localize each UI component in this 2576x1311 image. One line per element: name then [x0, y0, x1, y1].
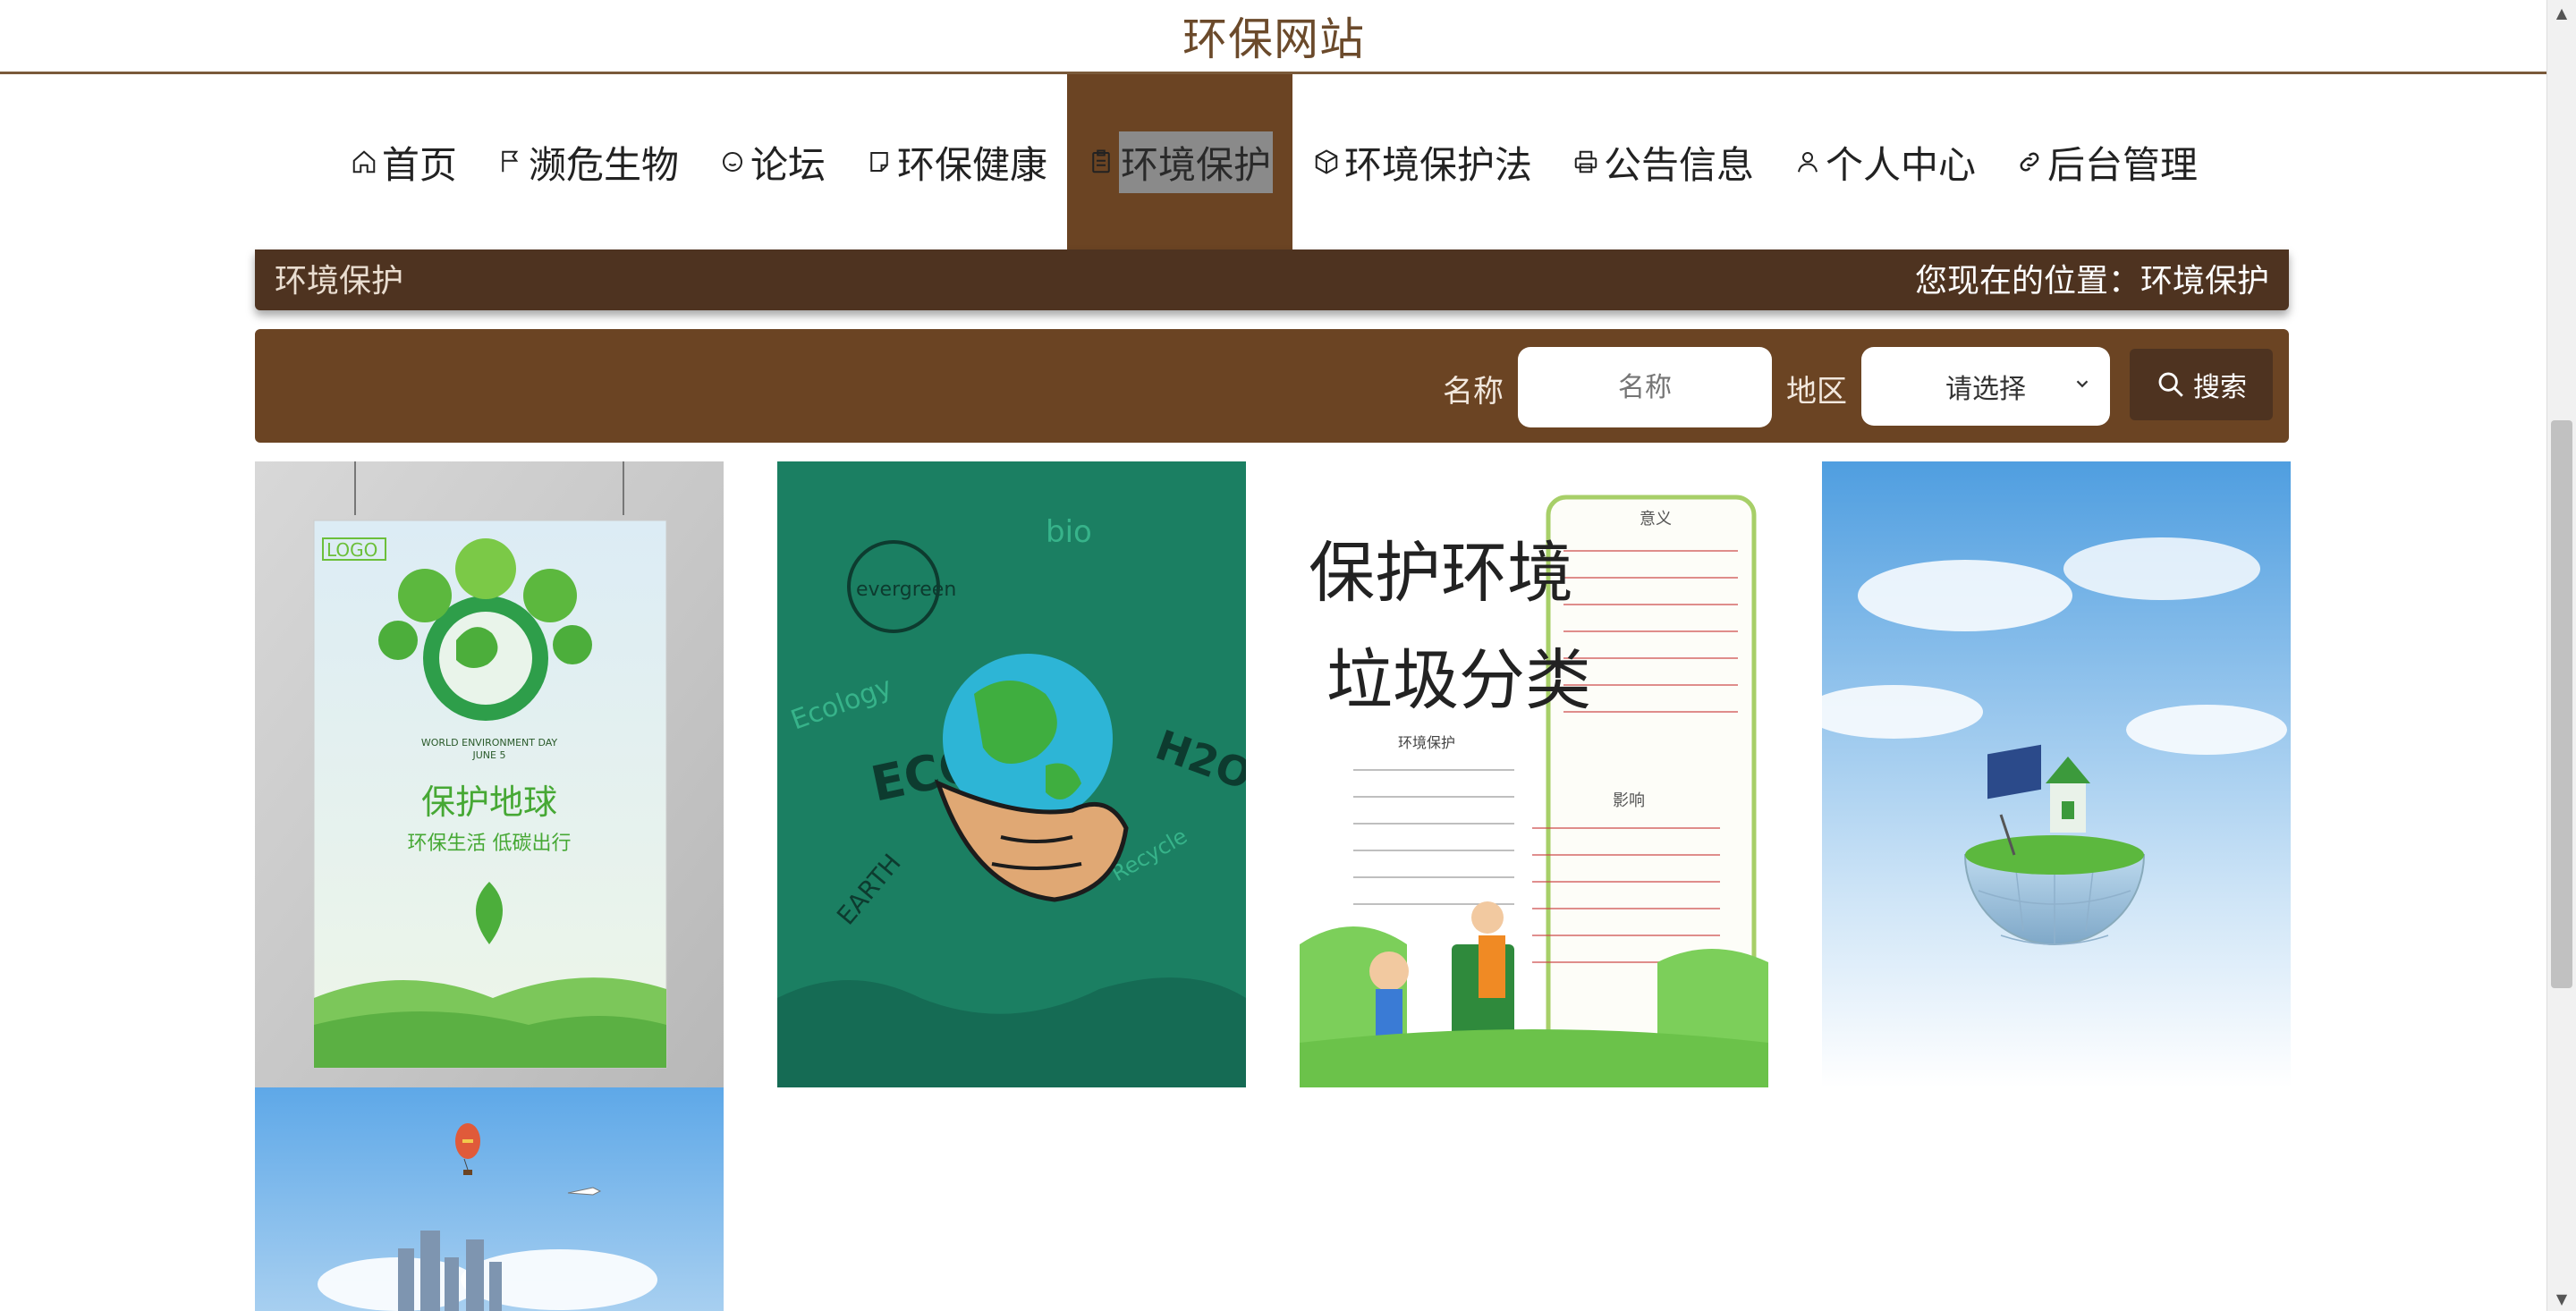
printer-icon [1572, 148, 1600, 176]
poster3-title-line-1: 保护环境 [1309, 535, 1573, 612]
nav-env-law-label: 环境保护法 [1344, 142, 1533, 187]
search-icon [2158, 372, 2183, 397]
flag-icon [496, 148, 525, 176]
poster-card-4[interactable] [1822, 461, 2291, 1087]
nav-health[interactable]: 环保健康 [845, 74, 1067, 250]
region-select[interactable]: 请选择 [1861, 347, 2110, 426]
scroll-up-icon[interactable]: ▲ [2547, 0, 2576, 25]
name-label: 名称 [1443, 374, 1504, 410]
scroll-thumb[interactable] [2551, 420, 2572, 988]
region-select-value: 请选择 [1945, 374, 2026, 405]
poster1-subtitle: 环保生活 低碳出行 [408, 833, 572, 855]
nav-admin-label: 后台管理 [2047, 142, 2199, 187]
nav-endangered[interactable]: 濒危生物 [477, 74, 699, 250]
search-button-label: 搜索 [2193, 372, 2247, 403]
poster-card-5[interactable] [255, 1087, 724, 1311]
nav-home[interactable]: 首页 [330, 74, 477, 250]
poster1-event: WORLD ENVIRONMENT DAY [421, 737, 558, 749]
poster-image-4 [1822, 461, 2291, 1087]
poster3-heading-3: 影响 [1613, 791, 1645, 810]
chevron-down-icon [2076, 380, 2089, 388]
note-icon [865, 148, 894, 176]
nav-admin[interactable]: 后台管理 [1996, 74, 2217, 250]
name-input[interactable] [1518, 347, 1772, 427]
nav-env-protection-label: 环境保护 [1118, 131, 1273, 193]
nav-forum[interactable]: 论坛 [699, 74, 845, 250]
nav-env-protection[interactable]: 环境保护 [1066, 74, 1292, 250]
poster1-logo: LOGO [326, 539, 377, 561]
nav-announcements-label: 公告信息 [1604, 142, 1755, 187]
poster-image-2: evergreen ECO Ecology EARTH H2O bio Recy… [777, 461, 1246, 1087]
breadcrumb-bar: 环境保护 您现在的位置：环境保护 [255, 250, 2289, 310]
nav-announcements[interactable]: 公告信息 [1552, 74, 1774, 250]
poster-card-2[interactable]: evergreen ECO Ecology EARTH H2O bio Recy… [777, 461, 1246, 1087]
poster-image-5 [255, 1087, 724, 1311]
main-nav: 首页 濒危生物 论坛 环保健康 环境保护 环境保护法 公告信息 个人中心 后台管… [0, 74, 2547, 250]
nav-health-label: 环保健康 [896, 142, 1047, 187]
poster3-heading-2: 环境保护 [1398, 734, 1455, 751]
nav-profile-label: 个人中心 [1826, 142, 1977, 187]
poster1-date: JUNE 5 [472, 749, 506, 761]
poster-image-1: LOGO WORLD ENVIRONMENT DAY JUNE 5 保护地球 环… [255, 461, 724, 1087]
poster-card-3[interactable]: 意义 影响 保护环境 垃圾分类 环境保护 [1300, 461, 1768, 1087]
poster-card-1[interactable]: LOGO WORLD ENVIRONMENT DAY JUNE 5 保护地球 环… [255, 461, 724, 1087]
page-scrollbar[interactable]: ▲ ▼ [2546, 0, 2576, 1311]
poster-image-3: 意义 影响 保护环境 垃圾分类 环境保护 [1300, 461, 1768, 1087]
poster2-word-bio: bio [1046, 514, 1092, 550]
page-title: 环境保护 [275, 263, 404, 300]
nav-endangered-label: 濒危生物 [528, 142, 679, 187]
poster3-title-line-2: 垃圾分类 [1326, 642, 1591, 719]
search-bar: 名称 地区 请选择 搜索 [255, 329, 2289, 443]
cube-icon [1312, 148, 1341, 176]
poster2-word-evergreen: evergreen [856, 579, 956, 601]
nav-home-label: 首页 [381, 142, 457, 187]
link-icon [2015, 148, 2044, 176]
region-label: 地区 [1786, 374, 1847, 410]
home-icon [350, 148, 378, 176]
nav-forum-label: 论坛 [750, 142, 826, 187]
search-button[interactable]: 搜索 [2130, 349, 2273, 420]
user-icon [1793, 148, 1822, 176]
site-header: 环保网站 [0, 0, 2547, 74]
clipboard-icon [1087, 148, 1115, 176]
poster1-title: 保护地球 [421, 782, 557, 822]
scroll-down-icon[interactable]: ▼ [2547, 1286, 2576, 1311]
breadcrumb-position: 您现在的位置：环境保护 [1914, 263, 2269, 300]
nav-profile[interactable]: 个人中心 [1774, 74, 1996, 250]
poster3-heading-1: 意义 [1640, 510, 1672, 529]
site-title: 环保网站 [1182, 13, 1365, 65]
nav-env-law[interactable]: 环境保护法 [1292, 74, 1552, 250]
chat-bubble-icon [718, 148, 747, 176]
